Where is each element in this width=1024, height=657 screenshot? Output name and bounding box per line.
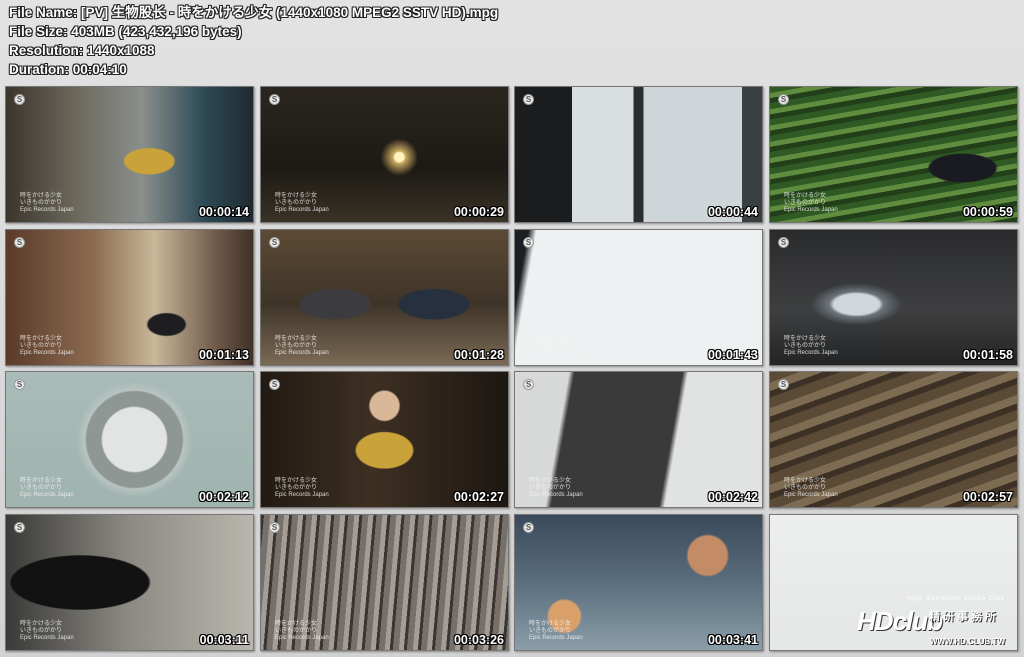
video-thumbnail: S 時をかける少女 いきものがかり Epic Records Japan 00:00:2… (260, 86, 509, 223)
video-thumbnail: S 時をかける少女 いきものがかり Epic Records Japan 00:03:4… (514, 514, 763, 651)
channel-logo-icon: S (523, 237, 534, 248)
channel-logo-icon: S (778, 94, 789, 105)
video-thumbnail: S 時をかける少女 いきものがかり Epic Records Japan 00:02:5… (769, 371, 1018, 508)
file-size-text: File Size: 403MB (423,432,196 bytes) (9, 24, 242, 39)
video-thumbnail: S 時をかける少女 いきものがかり Epic Records Japan 00:01:2… (260, 229, 509, 366)
channel-logo-icon: S (269, 237, 280, 248)
resolution-text: Resolution: 1440x1088 (9, 43, 155, 58)
file-info-panel: File Name: [PV] 生物股长 - 時をかける少女 (1440x108… (9, 3, 498, 79)
hdclub-watermark-logo: High Definition Vision Club HDclub 精研事務所 WW… (857, 596, 1007, 646)
video-thumbnail: S 00:00:44 (514, 86, 763, 223)
channel-logo-icon: S (14, 379, 25, 390)
watermark-brand-cjk: 精研事務所 (929, 611, 999, 623)
channel-logo-icon: S (14, 237, 25, 248)
song-credit-caption: 時をかける少女 いきものがかり Epic Records Japan (275, 193, 329, 213)
thumbnail-timestamp: 00:02:57 (962, 490, 1013, 504)
song-credit-caption: 時をかける少女 いきものがかり Epic Records Japan (784, 478, 838, 498)
thumbnail-timestamp: 00:01:13 (198, 348, 249, 362)
song-credit-caption: 時をかける少女 いきものがかり Epic Records Japan (20, 478, 74, 498)
thumbnail-timestamp: 00:01:58 (962, 348, 1013, 362)
thumbnail-timestamp: 00:03:41 (707, 633, 758, 647)
thumbnail-timestamp: 00:02:27 (453, 490, 504, 504)
video-thumbnail: S 時をかける少女 いきものがかり Epic Records Japan 00:02:1… (5, 371, 254, 508)
thumbnail-timestamp: 00:00:14 (198, 205, 249, 219)
channel-logo-icon: S (778, 379, 789, 390)
thumbnail-timestamp: 00:03:26 (453, 633, 504, 647)
channel-logo-icon: S (523, 522, 534, 533)
video-thumbnail: S 時をかける少女 いきものがかり Epic Records Japan 00:01:4… (514, 229, 763, 366)
video-thumbnail: S 時をかける少女 いきものがかり Epic Records Japan 00:01:1… (5, 229, 254, 366)
video-thumbnail: S 時をかける少女 いきものがかり Epic Records Japan 00:01:5… (769, 229, 1018, 366)
channel-logo-icon: S (14, 522, 25, 533)
file-name-text: File Name: [PV] 生物股长 - 時をかける少女 (1440x108… (9, 5, 499, 20)
channel-logo-icon: S (778, 237, 789, 248)
song-credit-caption: 時をかける少女 いきものがかり Epic Records Japan (784, 336, 838, 356)
song-credit-caption: 時をかける少女 いきものがかり Epic Records Japan (529, 621, 583, 641)
video-thumbnail: S 時をかける少女 いきものがかり Epic Records Japan 00:03:1… (5, 514, 254, 651)
video-thumbnail: S 時をかける少女 いきものがかり Epic Records Japan 00:03:2… (260, 514, 509, 651)
song-credit-caption: 時をかける少女 いきものがかり Epic Records Japan (529, 478, 583, 498)
watermark-tagline: High Definition Vision Club (907, 596, 1005, 602)
thumbnail-timestamp: 00:03:11 (199, 633, 249, 647)
thumbnail-timestamp: 00:00:59 (962, 205, 1013, 219)
watermark-url: WWW.HD.CLUB.TW (929, 637, 1005, 646)
thumbnail-timestamp: 00:01:43 (707, 348, 758, 362)
video-thumbnail: S 時をかける少女 いきものがかり Epic Records Japan 00:02:4… (514, 371, 763, 508)
thumbnail-timestamp: 00:02:12 (198, 490, 249, 504)
song-credit-caption: 時をかける少女 いきものがかり Epic Records Japan (275, 621, 329, 641)
video-thumbnail: S 時をかける少女 いきものがかり Epic Records Japan 00:00:1… (5, 86, 254, 223)
video-thumbnail: S 時をかける少女 いきものがかり Epic Records Japan 00:02:2… (260, 371, 509, 508)
channel-logo-icon: S (523, 94, 534, 105)
thumbnail-timestamp: 00:00:44 (707, 205, 758, 219)
song-credit-caption: 時をかける少女 いきものがかり Epic Records Japan (275, 478, 329, 498)
video-thumbnail: S 時をかける少女 いきものがかり Epic Records Japan 00:00:5… (769, 86, 1018, 223)
thumbnail-timestamp: 00:00:29 (453, 205, 504, 219)
thumbnail-timestamp: 00:01:28 (453, 348, 504, 362)
channel-logo-icon: S (269, 522, 280, 533)
channel-logo-icon: S (269, 379, 280, 390)
song-credit-caption: 時をかける少女 いきものがかり Epic Records Japan (20, 193, 74, 213)
song-credit-caption: 時をかける少女 いきものがかり Epic Records Japan (529, 336, 583, 356)
channel-logo-icon: S (14, 94, 25, 105)
thumbnail-frame-image (515, 87, 762, 222)
thumbnail-timestamp: 00:02:42 (707, 490, 758, 504)
song-credit-caption: 時をかける少女 いきものがかり Epic Records Japan (20, 336, 74, 356)
duration-text: Duration: 00:04:10 (9, 62, 127, 77)
video-thumbnail: High Definition Vision Club HDclub 精研事務所 WW… (769, 514, 1018, 651)
channel-logo-icon: S (269, 94, 280, 105)
song-credit-caption: 時をかける少女 いきものがかり Epic Records Japan (784, 193, 838, 213)
song-credit-caption: 時をかける少女 いきものがかり Epic Records Japan (20, 621, 74, 641)
song-credit-caption: 時をかける少女 いきものがかり Epic Records Japan (275, 336, 329, 356)
thumbnail-sheet: File Name: [PV] 生物股长 - 時をかける少女 (1440x108… (0, 0, 1024, 657)
channel-logo-icon: S (523, 379, 534, 390)
